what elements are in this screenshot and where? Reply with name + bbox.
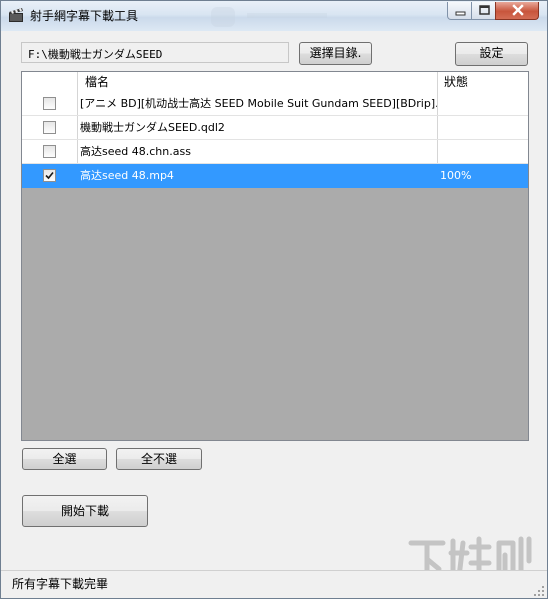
close-button[interactable] — [495, 2, 539, 20]
select-all-button[interactable]: 全選 — [22, 448, 107, 470]
checkbox-cell — [22, 116, 78, 139]
maximize-icon — [479, 5, 490, 15]
filename-cell: [アニメ BD][机动战士高达 SEED Mobile Suit Gundam … — [78, 92, 438, 115]
window-title: 射手網字幕下載工具 — [30, 9, 139, 23]
background-ghost — [211, 3, 331, 29]
main-window: 射手網字幕下載工具 F:\機動戦士ガンダムSEED 選擇目錄. 設定 檔名 狀態… — [0, 0, 548, 599]
column-header-status[interactable]: 狀態 — [438, 72, 528, 92]
choose-directory-button[interactable]: 選擇目錄. — [299, 42, 372, 65]
title-bar[interactable]: 射手網字幕下載工具 — [1, 1, 547, 31]
checkbox-cell — [22, 164, 78, 187]
minimize-icon — [455, 11, 466, 16]
directory-path-field[interactable]: F:\機動戦士ガンダムSEED — [21, 42, 289, 63]
size-grip-icon[interactable] — [533, 585, 545, 597]
column-header-filename[interactable]: 檔名 — [78, 72, 438, 92]
status-cell: 100% — [440, 169, 472, 182]
status-cell — [438, 92, 528, 115]
checkmark-icon — [45, 171, 54, 180]
table-row-selected[interactable]: 高达seed 48.mp4 100% — [22, 164, 528, 188]
row-checkbox[interactable] — [43, 97, 56, 110]
clapperboard-icon — [9, 8, 23, 22]
table-row[interactable]: [アニメ BD][机动战士高达 SEED Mobile Suit Gundam … — [22, 92, 528, 116]
column-header-select[interactable] — [22, 72, 78, 92]
status-text: 所有字幕下載完畢 — [12, 577, 109, 591]
status-cell — [438, 116, 528, 139]
start-download-button[interactable]: 開始下載 — [22, 495, 148, 527]
minimize-button[interactable] — [447, 2, 472, 20]
row-checkbox[interactable] — [43, 145, 56, 158]
status-bar: 所有字幕下載完畢 — [1, 570, 547, 598]
table-row[interactable]: 高达seed 48.chn.ass — [22, 140, 528, 164]
status-cell — [438, 140, 528, 163]
row-checkbox[interactable] — [43, 121, 56, 134]
file-list-grid[interactable]: 檔名 狀態 [アニメ BD][机动战士高达 SEED Mobile Suit G… — [21, 71, 529, 441]
checkbox-cell — [22, 92, 78, 115]
row-checkbox[interactable] — [43, 169, 56, 182]
checkbox-cell — [22, 140, 78, 163]
close-icon — [512, 4, 524, 16]
table-row[interactable]: 機動戦士ガンダムSEED.qdl2 — [22, 116, 528, 140]
select-none-button[interactable]: 全不選 — [116, 448, 202, 470]
maximize-button[interactable] — [471, 2, 496, 20]
filename-cell: 機動戦士ガンダムSEED.qdl2 — [78, 116, 438, 139]
filename-cell: 高达seed 48.chn.ass — [78, 140, 438, 163]
filename-cell: 高达seed 48.mp4 — [78, 164, 438, 187]
settings-button[interactable]: 設定 — [455, 42, 528, 66]
grid-header: 檔名 狀態 — [22, 72, 528, 93]
